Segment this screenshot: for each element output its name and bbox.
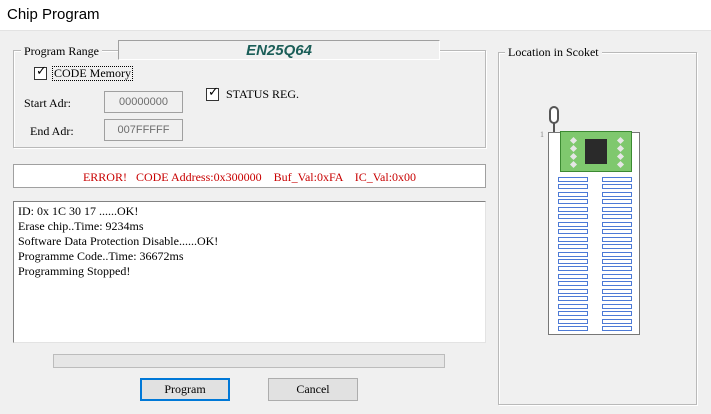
socket-slot (558, 244, 588, 250)
progress-bar (53, 354, 445, 368)
socket-slot (558, 318, 588, 324)
log-line: Software Data Protection Disable......OK… (18, 234, 219, 248)
check-icon: ✓ (208, 85, 219, 100)
socket-slot (558, 184, 588, 190)
socket-slot (602, 214, 632, 220)
socket-slot (602, 229, 632, 235)
program-button[interactable]: Program (140, 378, 230, 401)
socket-slot (558, 214, 588, 220)
error-box: ERROR! CODE Address:0x300000 Buf_Val:0xF… (13, 164, 486, 188)
socket-slot (558, 191, 588, 197)
chip-pin (616, 160, 625, 169)
socket-slot (602, 191, 632, 197)
log-line: Programming Stopped! (18, 264, 131, 278)
socket-slot (558, 177, 588, 182)
log-line: Erase chip..Time: 9234ms (18, 219, 144, 233)
code-memory-label[interactable]: CODE Memory (52, 66, 133, 81)
program-range-label: Program Range (21, 44, 102, 59)
socket-slot (602, 199, 632, 205)
socket-slot (602, 303, 632, 309)
socket-slot (602, 266, 632, 272)
socket-slot (602, 288, 632, 294)
socket-slot (558, 303, 588, 309)
socket-slot (558, 296, 588, 302)
chip-board (560, 131, 632, 172)
socket-slot (558, 199, 588, 205)
status-reg-checkbox[interactable]: ✓ (206, 85, 219, 101)
socket-slot (602, 236, 632, 242)
log-line: ID: 0x 1C 30 17 ......OK! (18, 204, 139, 218)
chip-pin (616, 152, 625, 161)
pin1-mark: 1 (540, 130, 544, 139)
title-bar: Chip Program (0, 0, 711, 31)
end-adr-label: End Adr: (30, 124, 74, 138)
socket-slot (558, 266, 588, 272)
socket-slot (602, 318, 632, 324)
socket-slot (602, 206, 632, 212)
socket-slot (558, 221, 588, 227)
chip-ic (585, 139, 607, 164)
status-reg-label[interactable]: STATUS REG. (226, 87, 299, 102)
socket-slot (558, 281, 588, 287)
socket-slot (558, 206, 588, 212)
chip-pin (616, 136, 625, 145)
code-memory-checkbox[interactable]: ✓ (34, 64, 47, 80)
start-adr-label: Start Adr: (24, 96, 71, 110)
socket-slot (602, 296, 632, 302)
socket-slot (602, 258, 632, 264)
socket-slot (558, 236, 588, 242)
cancel-button[interactable]: Cancel (268, 378, 358, 401)
socket-slot (558, 258, 588, 264)
socket-slot (558, 229, 588, 235)
socket-slot (602, 273, 632, 279)
start-adr-field[interactable]: 00000000 (104, 91, 183, 113)
socket-slot (602, 244, 632, 250)
socket-slot (602, 221, 632, 227)
chip-name-box: EN25Q64 (118, 40, 440, 60)
chip-pin (569, 152, 578, 161)
chip-pin (569, 160, 578, 169)
chip-pin (616, 144, 625, 153)
check-icon: ✓ (36, 64, 47, 79)
end-adr-field[interactable]: 007FFFFF (104, 119, 183, 141)
socket-slot (602, 326, 632, 331)
socket-slot (602, 311, 632, 317)
chip-pin (569, 136, 578, 145)
socket-slot (558, 273, 588, 279)
socket-slot (602, 177, 632, 182)
socket-slot (558, 326, 588, 331)
window-title: Chip Program (7, 6, 100, 23)
socket-slot (602, 281, 632, 287)
socket-slot (558, 288, 588, 294)
socket-slot (602, 184, 632, 190)
socket-slot (558, 311, 588, 317)
log-line: Programme Code..Time: 36672ms (18, 249, 184, 263)
socket-slot (558, 251, 588, 257)
chip-pin (569, 144, 578, 153)
socket-slot (602, 251, 632, 257)
log-box[interactable]: ID: 0x 1C 30 17 ......OK! Erase chip..Ti… (13, 201, 486, 343)
socket-label: Location in Scoket (505, 45, 602, 60)
error-text: ERROR! CODE Address:0x300000 Buf_Val:0xF… (82, 170, 417, 184)
chip-name: EN25Q64 (246, 42, 312, 59)
